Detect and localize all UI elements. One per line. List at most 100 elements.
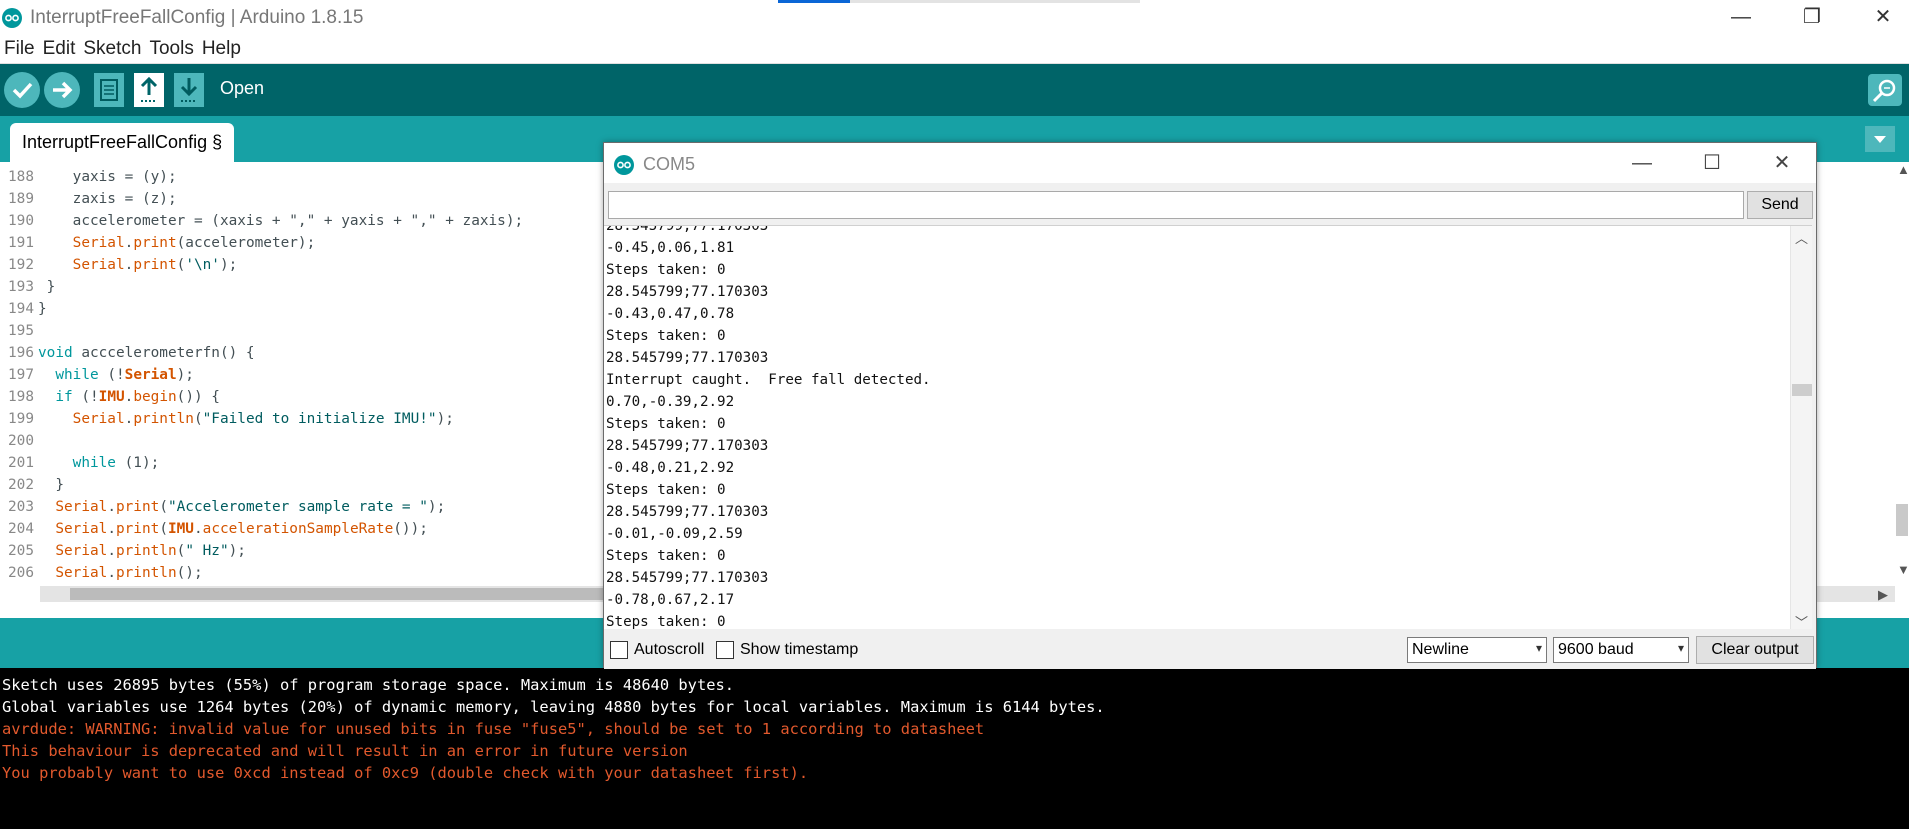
upload-icon (53, 81, 73, 99)
tab-menu-button[interactable] (1865, 126, 1895, 152)
serial-minimize-button[interactable]: — (1618, 147, 1666, 179)
serial-output-line: Steps taken: 0 (606, 328, 726, 344)
menu-file[interactable]: File (0, 34, 39, 60)
code-line[interactable]: 192 Serial.print('\n'); (0, 254, 523, 276)
scroll-down-arrow-icon[interactable]: ▼ (1897, 562, 1909, 577)
tab-sketch[interactable]: InterruptFreeFallConfig § (10, 123, 235, 162)
line-ending-value: Newline (1412, 641, 1469, 658)
code-line[interactable]: 194} (0, 298, 523, 320)
code-line[interactable]: 200 (0, 430, 523, 452)
serial-maximize-button[interactable]: ☐ (1688, 147, 1736, 179)
title-bar: InterruptFreeFallConfig | Arduino 1.8.15… (0, 0, 1909, 34)
serial-monitor-title: COM5 (643, 154, 696, 174)
serial-output-line: -0.78,0.67,2.17 (606, 592, 735, 608)
serial-send-input[interactable] (608, 191, 1744, 219)
code-line[interactable]: 197 while (!Serial); (0, 364, 523, 386)
line-number: 199 (8, 411, 34, 427)
console-line: Global variables use 1264 bytes (20%) of… (2, 698, 1105, 716)
code-line[interactable]: 190 accelerometer = (xaxis + "," + yaxis… (0, 210, 523, 232)
editor-vertical-scroll-thumb[interactable] (1896, 504, 1908, 536)
upload-button[interactable] (44, 72, 80, 108)
serial-monitor-button[interactable] (1868, 74, 1902, 106)
serial-scroll-down-icon[interactable]: ﹀ (1795, 612, 1808, 629)
serial-output-scrollbar[interactable] (1790, 226, 1812, 629)
serial-output-line: 28.545799;77.170303 (606, 284, 769, 300)
show-timestamp-checkbox[interactable] (716, 641, 734, 659)
restore-button[interactable]: ❐ (1785, 0, 1839, 34)
code-line[interactable]: 196 void acccelerometerfn() { (0, 342, 523, 364)
code-text: Serial.println(" Hz"); (55, 543, 246, 559)
line-number: 205 (8, 543, 34, 559)
line-ending-select[interactable]: Newline ▾ (1407, 637, 1547, 663)
menu-edit[interactable]: Edit (39, 34, 80, 60)
code-line[interactable]: 193 } (0, 276, 523, 298)
editor-horizontal-scroll-thumb[interactable] (70, 588, 610, 600)
code-area[interactable]: 188 yaxis = (y); 189 zaxis = (z); 190 acce… (0, 166, 523, 584)
code-line[interactable]: 188 yaxis = (y); (0, 166, 523, 188)
code-line[interactable]: 203 Serial.print("Accelerometer sample r… (0, 496, 523, 518)
serial-output[interactable]: 28.545799;77.170303 -0.45,0.06,1.81 Steps … (604, 225, 1812, 629)
scroll-up-arrow-icon[interactable]: ▲ (1897, 162, 1909, 177)
serial-output-line: -0.01,-0.09,2.59 (606, 526, 743, 542)
code-text: zaxis = (z); (38, 191, 177, 207)
code-line[interactable]: 199 Serial.println("Failed to initialize… (0, 408, 523, 430)
code-line[interactable]: 195 (0, 320, 523, 342)
baud-rate-select[interactable]: 9600 baud ▾ (1553, 637, 1689, 663)
new-icon (100, 79, 118, 101)
verify-icon (12, 82, 33, 99)
serial-output-line: Steps taken: 0 (606, 262, 726, 278)
code-text: while (!Serial); (55, 367, 194, 383)
code-text: void acccelerometerfn() { (38, 345, 255, 361)
menu-help[interactable]: Help (198, 34, 245, 60)
chevron-down-icon: ▾ (1535, 641, 1542, 655)
scroll-right-arrow-icon[interactable]: ▶ (1878, 587, 1888, 603)
line-number: 200 (8, 433, 34, 449)
toolbar-hover-label: Open (220, 78, 265, 98)
arduino-logo-icon (614, 155, 634, 175)
code-text: Serial.print(IMU.accelerationSampleRate(… (55, 521, 428, 537)
code-line[interactable]: 191 Serial.print(accelerometer); (0, 232, 523, 254)
code-text: while (1); (72, 455, 160, 471)
serial-output-scroll-thumb[interactable] (1792, 384, 1812, 396)
taskbar-accent (778, 0, 850, 3)
serial-output-line: Steps taken: 0 (606, 416, 726, 432)
code-text: if (!IMU.begin()) { (55, 389, 220, 405)
serial-output-line: 28.545799;77.170303 (606, 350, 769, 366)
line-number: 196 (8, 345, 34, 361)
serial-output-line: -0.48,0.21,2.92 (606, 460, 735, 476)
send-button[interactable]: Send (1747, 191, 1813, 219)
taskbar-accent-inactive (850, 0, 1140, 3)
console-line: Sketch uses 26895 bytes (55%) of program… (2, 676, 735, 694)
verify-button[interactable] (4, 72, 40, 108)
code-line[interactable]: 202 } (0, 474, 523, 496)
code-line[interactable]: 204 Serial.print(IMU.accelerationSampleR… (0, 518, 523, 540)
baud-rate-value: 9600 baud (1558, 641, 1634, 658)
code-line[interactable]: 205 Serial.println(" Hz"); (0, 540, 523, 562)
code-text: Serial.println(); (55, 565, 203, 581)
new-button[interactable] (94, 73, 124, 107)
clear-output-button[interactable]: Clear output (1696, 636, 1814, 664)
code-text: Serial.print('\n'); (72, 257, 238, 273)
close-button[interactable]: ✕ (1856, 0, 1909, 34)
menu-sketch[interactable]: Sketch (79, 34, 145, 60)
open-button[interactable] (134, 73, 164, 107)
console-output: Sketch uses 26895 bytes (55%) of program… (0, 668, 1909, 829)
line-number: 194 (8, 301, 34, 317)
minimize-button[interactable]: — (1714, 0, 1768, 34)
code-line[interactable]: 201 while (1); (0, 452, 523, 474)
line-number: 195 (8, 323, 34, 339)
menu-tools[interactable]: Tools (145, 34, 197, 60)
show-timestamp-label: Show timestamp (740, 641, 859, 658)
serial-scroll-up-icon[interactable]: ︿ (1795, 228, 1808, 247)
save-icon (180, 78, 198, 102)
code-text: accelerometer = (xaxis + "," + yaxis + "… (38, 213, 524, 229)
serial-close-button[interactable]: ✕ (1758, 147, 1806, 179)
serial-output-lines: 28.545799;77.170303 -0.45,0.06,1.81 Steps … (606, 226, 931, 629)
autoscroll-checkbox[interactable] (610, 641, 628, 659)
serial-monitor-icon (1872, 79, 1896, 103)
code-line[interactable]: 206 Serial.println(); (0, 562, 523, 584)
line-number: 198 (8, 389, 34, 405)
code-line[interactable]: 189 zaxis = (z); (0, 188, 523, 210)
save-button[interactable] (174, 73, 204, 107)
code-line[interactable]: 198 if (!IMU.begin()) { (0, 386, 523, 408)
